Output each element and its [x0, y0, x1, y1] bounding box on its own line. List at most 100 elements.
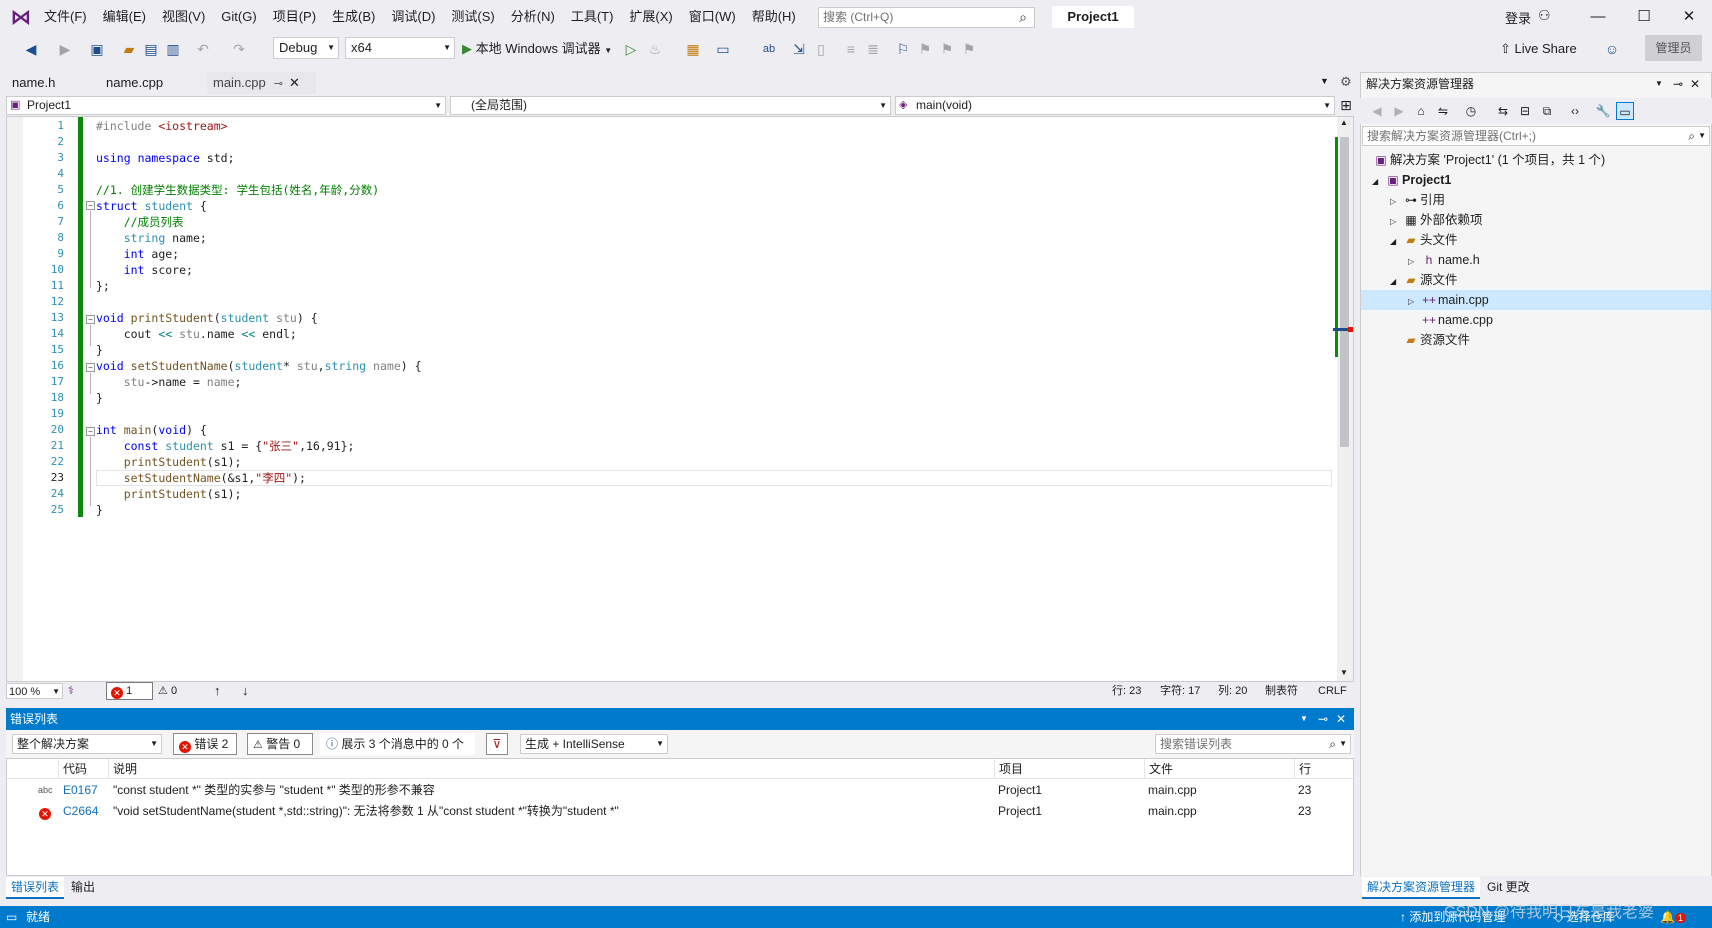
char-indicator[interactable]: 字符: 17 — [1160, 683, 1200, 699]
menu-tools[interactable]: 工具(T) — [563, 0, 622, 34]
collapsed-arrow-icon[interactable]: ▷ — [1408, 252, 1420, 272]
scroll-up-icon[interactable]: ▲ — [1340, 118, 1348, 127]
messages-filter-button[interactable]: ⓘ 展示 3 个消息中的 0 个 — [320, 733, 475, 755]
uncomment-icon[interactable]: ≣ — [864, 39, 882, 59]
collapsed-arrow-icon[interactable]: ▷ — [1390, 192, 1402, 212]
undo-icon[interactable]: ↶ — [194, 39, 212, 59]
minimize-button[interactable]: — — [1575, 4, 1621, 30]
error-list-search-input[interactable]: 搜索错误列表 ⌕ ▼ — [1155, 734, 1351, 754]
properties-icon[interactable]: 🔧 — [1594, 102, 1612, 120]
menu-file[interactable]: 文件(F) — [36, 0, 95, 34]
menu-extensions[interactable]: 扩展(X) — [621, 0, 680, 34]
tree-node-source-files[interactable]: ◢ ▰ 源文件 — [1390, 270, 1458, 290]
tab-name-h[interactable]: name.h — [6, 72, 61, 94]
back-icon[interactable]: ◀ — [22, 39, 40, 59]
error-code-link[interactable]: C2664 — [63, 801, 98, 822]
clear-bookmarks-icon[interactable]: ⚑ — [960, 39, 978, 59]
fold-toggle-icon[interactable]: − — [86, 315, 95, 324]
menu-view[interactable]: 视图(V) — [154, 0, 213, 34]
solution-explorer-toolbar-icon[interactable]: ▦ — [684, 39, 702, 59]
table-row[interactable]: abc E0167 "const student *" 类型的实参与 "stud… — [7, 780, 1353, 801]
expanded-arrow-icon[interactable]: ◢ — [1390, 272, 1402, 292]
preview-selected-icon[interactable]: ▭ — [1616, 102, 1634, 120]
error-code-link[interactable]: E0167 — [63, 780, 98, 801]
visual-studio-logo-icon[interactable]: ⋈ — [8, 6, 34, 30]
expanded-arrow-icon[interactable]: ◢ — [1372, 172, 1384, 192]
tree-node-project[interactable]: ◢ ▣ Project1 — [1372, 170, 1451, 190]
previous-issue-icon[interactable]: ↑ — [214, 683, 221, 699]
line-indicator[interactable]: 行: 23 — [1112, 683, 1141, 699]
menu-analyze[interactable]: 分析(N) — [503, 0, 563, 34]
search-input[interactable]: 搜索 (Ctrl+Q) — [818, 7, 1035, 28]
line-ending-indicator[interactable]: CRLF — [1318, 683, 1347, 699]
new-project-icon[interactable]: ▣ — [88, 39, 106, 59]
solution-configuration-select[interactable]: Debug ▼ — [273, 37, 339, 59]
scrollbar-thumb[interactable] — [1340, 137, 1349, 447]
zoom-select[interactable]: 100 % ▼ — [6, 683, 63, 699]
spell-check-icon[interactable]: ab — [760, 39, 778, 59]
tab-main-cpp[interactable]: main.cpp ⊸ ✕ — [207, 72, 316, 94]
column-header-code[interactable]: 代码 — [58, 759, 110, 779]
notifications-button[interactable]: 🔔 1 — [1660, 906, 1686, 928]
next-issue-icon[interactable]: ↓ — [242, 683, 249, 699]
menu-edit[interactable]: 编辑(E) — [95, 0, 154, 34]
tree-node-references[interactable]: ▷ ⊶ 引用 — [1390, 190, 1445, 210]
code-text[interactable]: #include <iostream> using namespace std;… — [96, 118, 1332, 518]
health-icon[interactable]: ⚕ — [68, 683, 74, 699]
table-row[interactable]: ✕ C2664 "void setStudentName(student *,s… — [7, 801, 1353, 822]
tab-git-changes[interactable]: Git 更改 — [1482, 877, 1535, 897]
expanded-arrow-icon[interactable]: ◢ — [1390, 232, 1402, 252]
forward-icon[interactable]: ▶ — [1390, 102, 1408, 120]
breakpoint-icon[interactable]: ▯ — [812, 39, 830, 59]
close-panel-icon[interactable]: ✕ — [1336, 708, 1346, 730]
column-header-line[interactable]: 行 — [1294, 759, 1352, 779]
error-count-indicator[interactable]: ✕ 1 — [106, 682, 153, 700]
view-code-icon[interactable]: ‹› — [1566, 102, 1584, 120]
menu-debug[interactable]: 调试(D) — [383, 0, 443, 34]
indent-mode-indicator[interactable]: 制表符 — [1265, 683, 1298, 699]
tab-overflow-icon[interactable]: ▼ — [1320, 76, 1329, 86]
pin-icon[interactable]: ⊸ — [1673, 74, 1683, 94]
tree-node-external-dependencies[interactable]: ▷ ▦ 外部依赖项 — [1390, 210, 1483, 230]
solution-explorer-search-input[interactable]: 搜索解决方案资源管理器(Ctrl+;) ⌕ ▼ — [1362, 126, 1710, 146]
start-without-debugging-icon[interactable]: ▷ — [622, 39, 640, 59]
indicator-margin[interactable] — [7, 117, 23, 681]
filter-icon[interactable]: ⊽ — [486, 733, 508, 755]
forward-icon[interactable]: ▶ — [56, 39, 74, 59]
tree-node-resource-files[interactable]: ▰ 资源文件 — [1402, 330, 1470, 350]
menu-project[interactable]: 项目(P) — [265, 0, 324, 34]
tab-solution-explorer[interactable]: 解决方案资源管理器 — [1362, 877, 1481, 899]
search-icon[interactable]: ⌕ — [1013, 7, 1033, 27]
pending-changes-filter-icon[interactable]: ◷ — [1462, 102, 1480, 120]
save-all-icon[interactable]: ▥ — [164, 39, 182, 59]
close-window-button[interactable]: ✕ — [1666, 4, 1712, 30]
menu-build[interactable]: 生成(B) — [324, 0, 383, 34]
tree-node-main-cpp[interactable]: ▷ ++ main.cpp — [1408, 290, 1489, 310]
collapsed-arrow-icon[interactable]: ▷ — [1408, 292, 1420, 312]
fold-toggle-icon[interactable]: − — [86, 201, 95, 210]
next-bookmark-icon[interactable]: ⚑ — [938, 39, 956, 59]
maximize-button[interactable]: ☐ — [1621, 4, 1667, 30]
live-share-button[interactable]: ⇧ Live Share — [1500, 38, 1577, 60]
error-source-select[interactable]: 生成 + IntelliSense ▼ — [520, 734, 668, 754]
error-scope-select[interactable]: 整个解决方案 ▼ — [12, 734, 162, 754]
warnings-filter-button[interactable]: ⚠ 警告 0 — [247, 733, 313, 755]
save-icon[interactable]: ▤ — [142, 39, 160, 59]
fold-toggle-icon[interactable]: − — [86, 363, 95, 372]
tab-output[interactable]: 输出 — [66, 877, 100, 897]
start-debugging-button[interactable]: ▶ 本地 Windows 调试器 ▼ — [462, 38, 612, 60]
bookmark-icon[interactable]: ⚐ — [894, 39, 912, 59]
show-all-files-icon[interactable]: ⧉ — [1538, 102, 1556, 120]
collapse-all-icon[interactable]: ⊟ — [1516, 102, 1534, 120]
menu-test[interactable]: 测试(S) — [443, 0, 502, 34]
pin-icon[interactable]: ⊸ — [1318, 708, 1328, 730]
search-icon[interactable]: ⌕ — [1688, 127, 1695, 145]
tree-node-name-cpp[interactable]: ++ name.cpp — [1420, 310, 1493, 330]
collapsed-arrow-icon[interactable]: ▷ — [1390, 212, 1402, 232]
split-editor-icon[interactable]: ⊞ — [1338, 96, 1354, 115]
search-icon[interactable]: ⌕ — [1329, 735, 1336, 753]
menu-help[interactable]: 帮助(H) — [744, 0, 804, 34]
layout-icon[interactable]: ▭ — [714, 39, 732, 59]
tree-node-header-files[interactable]: ◢ ▰ 头文件 — [1390, 230, 1458, 250]
home-icon[interactable]: ⌂ — [1412, 102, 1430, 120]
